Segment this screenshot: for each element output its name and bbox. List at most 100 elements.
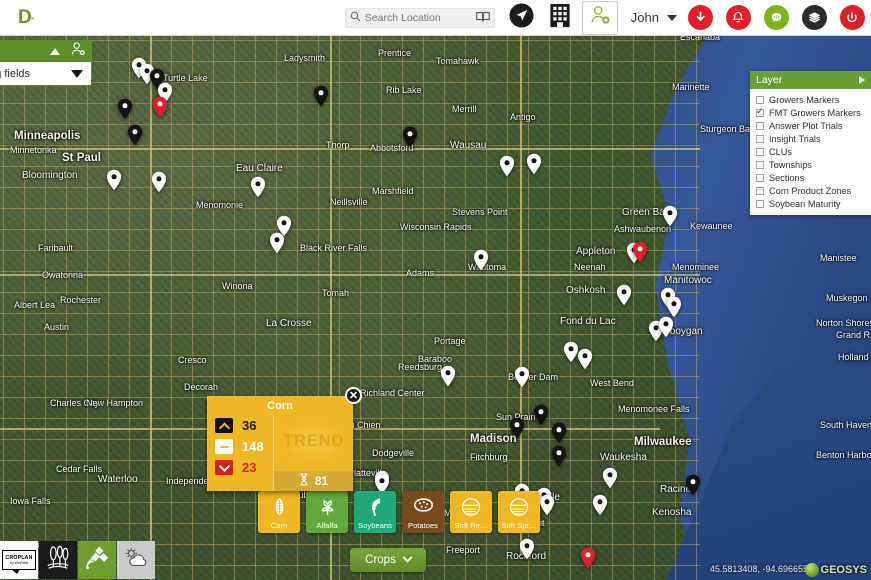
crops-dropdown-button[interactable]: Crops [350,548,426,572]
layer-checkbox[interactable] [756,135,764,143]
crop-tile[interactable]: Soft Re… [450,491,492,533]
chat-button[interactable] [757,0,795,36]
search-icon [350,9,361,27]
crop-tile[interactable]: Alfalfa [306,491,348,533]
map-marker-pin[interactable] [551,445,567,467]
map-marker-pin[interactable] [106,169,122,191]
field-select-dropdown[interactable]: t mapping fields [0,62,92,86]
layer-checkbox[interactable] [756,200,764,208]
close-icon[interactable]: ✕ [345,387,362,404]
map-marker-pin[interactable] [551,422,567,444]
map-marker-pin[interactable] [577,348,593,370]
layer-checkbox[interactable] [756,174,764,182]
map-marker-pin[interactable] [616,284,632,306]
layer-checkbox[interactable] [756,161,764,169]
map-marker-pin[interactable] [151,171,167,193]
layer-row[interactable]: Answer Plot Trials [750,119,871,132]
book-icon[interactable] [476,9,490,27]
city-label: Minnetonka [10,145,57,155]
triangle-right-icon[interactable] [859,76,865,84]
map-marker-pin[interactable] [580,547,596,569]
map-marker-pin[interactable] [632,241,648,263]
city-label: Portage [434,336,466,346]
layer-checkbox[interactable] [756,148,764,156]
map-road [108,36,109,580]
map-marker-pin[interactable] [269,232,285,254]
download-button[interactable] [681,0,719,36]
layer-list: Growers Markers FMT Growers MarkersAnswer… [750,89,871,215]
apps-grid-button[interactable] [541,0,579,36]
basemap-layers-button[interactable] [795,0,833,36]
seed-products-button[interactable] [39,541,77,579]
map-marker-pin[interactable] [440,365,456,387]
map-marker-pin[interactable] [313,85,329,107]
map-marker-pin[interactable] [539,494,555,516]
layer-row[interactable]: Soybean Maturity [750,197,871,210]
map-marker-pin[interactable] [602,467,618,489]
map-marker-pin[interactable] [152,96,168,118]
weather-button[interactable] [117,541,155,579]
geosys-label: GEOSYS [821,564,867,576]
triangle-up-icon[interactable] [50,48,60,55]
layer-checkbox[interactable] [756,96,764,104]
map-marker-pin[interactable] [592,494,608,516]
weather-cloud-sun-icon [123,546,149,575]
map-marker-pin[interactable] [685,474,701,496]
crop-tile[interactable]: Potatoes [402,491,444,533]
app-logo[interactable]: D▪ [0,0,46,36]
add-grower-button[interactable] [582,1,618,35]
layer-row[interactable]: Sections [750,171,871,184]
map-marker-pin[interactable] [533,404,549,426]
map-marker-pin[interactable] [250,176,266,198]
map-marker-pin[interactable] [127,124,143,146]
chevron-up-icon [215,418,233,433]
search-input[interactable] [365,12,465,24]
map-marker-pin[interactable] [514,366,530,388]
city-label: Antigo [510,112,536,122]
crop-tile[interactable]: Soybeans [354,491,396,533]
layer-row[interactable]: Insight Trials [750,132,871,145]
trend-label: TREND [274,431,353,451]
layer-checkbox[interactable] [756,187,764,195]
map-marker-pin[interactable] [662,205,678,227]
search-location-box[interactable] [345,8,495,28]
power-off-icon [840,5,865,30]
map-marker-pin[interactable] [658,316,674,338]
map-marker-pin[interactable] [473,249,489,271]
map-road [0,124,700,125]
chevron-down-icon [402,552,412,562]
map-marker-pin[interactable] [666,296,682,318]
triangle-down-icon [71,70,83,78]
layer-row[interactable]: CLUs [750,145,871,158]
layer-label: FMT Growers Markers [769,108,861,118]
layer-row[interactable]: Townships [750,158,871,171]
layer-panel-header[interactable]: Layer [750,71,871,89]
city-label: Faribault [38,243,73,253]
map-road [0,208,700,209]
satellite-imagery-button[interactable] [78,541,116,579]
layer-row[interactable]: Growers Markers [750,93,871,106]
map-road [0,376,700,377]
crop-selector-bar: CornAlfalfaSoybeansPotatoesSoft Re…Soft … [258,491,540,533]
crop-tile[interactable]: Corn [258,491,300,533]
croplan-logo-button[interactable]: CROPLAN by WinField [0,541,38,579]
layer-checkbox[interactable] [756,109,764,117]
map-marker-pin[interactable] [402,126,418,148]
logout-button[interactable] [833,0,871,36]
map-marker-pin[interactable] [117,98,133,120]
crop-tile[interactable]: Soft Spr… [498,491,540,533]
layer-label: CLUs [769,147,792,157]
corn-stat-row: 148 [215,439,273,454]
map-marker-pin[interactable] [509,417,525,439]
layer-checkbox[interactable] [756,122,764,130]
alerts-button[interactable] [719,0,757,36]
user-menu[interactable]: John [621,10,681,25]
add-grower-icon[interactable] [70,41,86,62]
navigate-button[interactable] [503,0,541,36]
map-marker-pin[interactable] [526,153,542,175]
layer-row[interactable]: Corn Product Zones [750,184,871,197]
layer-row[interactable]: FMT Growers Markers [750,106,871,119]
city-label: Black River Falls [300,243,367,253]
map-marker-pin[interactable] [499,155,515,177]
map-marker-pin[interactable] [519,538,535,560]
